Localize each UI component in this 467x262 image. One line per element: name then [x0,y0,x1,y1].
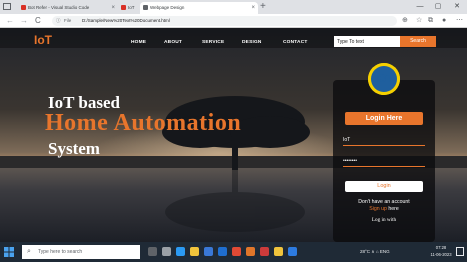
browser-tab-strip: Bot Refer - Visual Studio Code × IoT Web… [0,0,467,14]
windows-start-icon[interactable] [4,247,14,257]
windows-taskbar: ⌕ Type here to search 28°C ∧ ⌂ ENG 07:28… [0,242,467,262]
tab-label: IoT [128,5,135,10]
clock-time: 07:28 [435,245,447,250]
signup-line: Sign up here [333,206,435,212]
search-input[interactable] [334,36,400,47]
tab-iot[interactable]: IoT [118,2,138,14]
tab-favicon-icon [121,5,126,10]
tab-close-icon[interactable]: × [111,2,115,14]
close-window-button[interactable]: ✕ [449,0,465,14]
taskbar-app-task-view-icon[interactable] [162,247,171,256]
address-bar[interactable]: ⓘ File D:/Sample/New%20Text%20Document.h… [52,16,397,26]
minimize-button[interactable]: — [412,0,428,14]
site-logo[interactable]: IoT [34,33,52,47]
no-account-text: Don't have an account [358,199,410,205]
taskbar-app-file-explorer-icon[interactable] [190,247,199,256]
signup-suffix: here [386,206,399,212]
search-icon: ⌕ [27,248,31,255]
taskbar-app-cortana-icon[interactable] [148,247,157,256]
clock[interactable]: 07:28 11-06-2023 [428,244,454,258]
clock-date: 11-06-2023 [430,252,452,257]
reload-button[interactable]: C [35,15,41,27]
taskbar-app-store-icon[interactable] [204,247,213,256]
site-info-icon[interactable]: ⓘ [56,16,61,26]
tab-label: Webpage Design [150,5,185,10]
login-button[interactable]: Login [345,181,423,192]
signup-link[interactable]: Sign up [369,206,387,212]
nav-about[interactable]: ABOUT [164,40,182,45]
taskbar-app-edge-icon[interactable] [176,247,185,256]
profile-icon[interactable]: ● [442,15,446,27]
maximize-button[interactable]: ▢ [430,0,446,14]
login-heading: Login Here [345,112,423,125]
webpage: IoT HOME ABOUT SERVICE DESIGN CONTACT Se… [0,28,467,242]
nav-service[interactable]: SERVICE [202,40,224,45]
taskbar-app-app-red-icon[interactable] [260,247,269,256]
site-navbar: IoT HOME ABOUT SERVICE DESIGN CONTACT Se… [0,28,467,48]
tab-favicon-icon [143,5,148,10]
notification-icon[interactable] [456,247,464,256]
taskbar-app-app-blue-icon[interactable] [288,247,297,256]
address-bar-row: ← → C ⓘ File D:/Sample/New%20Text%20Docu… [0,14,467,28]
password-field[interactable] [343,156,425,167]
bookmark-star-icon[interactable]: ☆ [416,15,422,27]
username-field[interactable] [343,135,425,146]
tab-vscode[interactable]: Bot Refer - Visual Studio Code × [18,2,118,14]
forward-button[interactable]: → [20,15,28,27]
new-tab-button[interactable]: + [260,1,266,13]
extensions-icon[interactable]: ⧉ [428,15,433,27]
back-button[interactable]: ← [6,15,14,27]
login-with-text: Log in with [371,217,397,223]
nav-home[interactable]: HOME [131,40,146,45]
taskbar-app-app-yellow-icon[interactable] [274,247,283,256]
hero-line-2: Home Automation [45,110,242,136]
taskbar-search[interactable]: ⌕ Type here to search [22,245,140,259]
login-card: IOT Login Here Login Don't have an accou… [333,63,435,242]
tab-favicon-icon [21,5,26,10]
url-text[interactable]: D:/Sample/New%20Text%20Document.html [82,16,170,26]
nav-design[interactable]: DESIGN [242,40,262,45]
system-tray[interactable]: 28°C ∧ ⌂ ENG [360,247,390,257]
zoom-icon[interactable]: ⊕ [402,15,408,27]
tab-webpage-design[interactable]: Webpage Design × [140,2,258,14]
protocol-label: File [64,18,72,23]
taskbar-app-app-orange-icon[interactable] [246,247,255,256]
search-button[interactable]: Search [400,36,436,47]
window-menu-icon[interactable] [3,3,11,10]
nav-contact[interactable]: CONTACT [283,40,308,45]
taskbar-app-mail-icon[interactable] [218,247,227,256]
taskbar-search-placeholder: Type here to search [38,249,83,255]
tab-label: Bot Refer - Visual Studio Code [28,5,90,10]
browser-menu-icon[interactable]: ⋯ [456,15,463,27]
logo-text: IOT [374,73,394,85]
taskbar-app-chrome-icon[interactable] [232,247,241,256]
hero-line-3: System [48,139,100,158]
tab-close-icon[interactable]: × [251,2,255,14]
iot-logo-icon: IOT [368,63,400,95]
